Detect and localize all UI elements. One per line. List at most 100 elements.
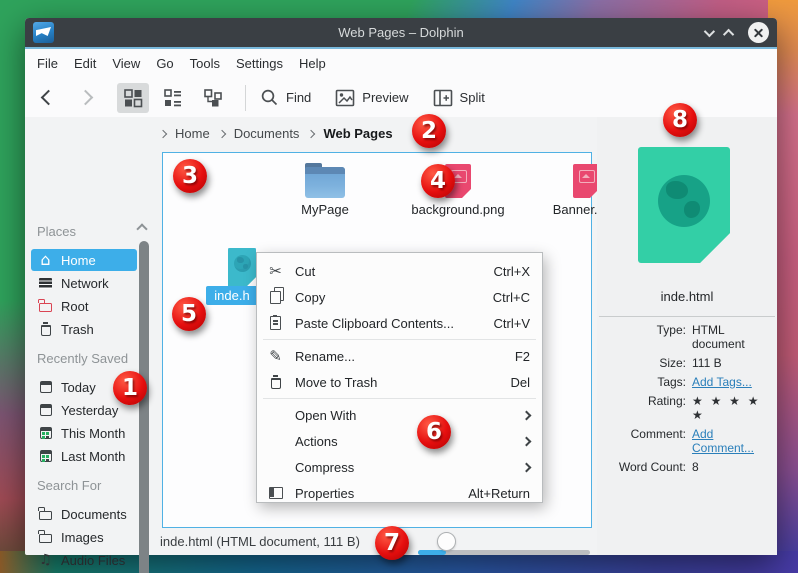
- sidebar-item-label: Today: [61, 380, 96, 395]
- html-file-icon: [228, 248, 256, 288]
- tags-label: Tags:: [597, 375, 686, 389]
- home-icon: [38, 253, 53, 268]
- menu-edit[interactable]: Edit: [74, 54, 96, 73]
- close-icon[interactable]: [748, 22, 769, 43]
- word-count-label: Word Count:: [597, 460, 686, 474]
- divider: [599, 316, 775, 317]
- annotation-badge-8: 8: [663, 103, 697, 137]
- split-button[interactable]: Split: [433, 89, 485, 107]
- calendar-icon: [40, 404, 52, 416]
- menu-item-label: Copy: [295, 290, 493, 305]
- menu-settings[interactable]: Settings: [236, 54, 283, 73]
- shortcut-label: Del: [510, 375, 530, 390]
- info-file-name: inde.html: [597, 289, 777, 304]
- details-view-button[interactable]: [197, 83, 229, 113]
- menu-item-copy[interactable]: Copy Ctrl+C: [257, 284, 542, 310]
- menu-go[interactable]: Go: [156, 54, 173, 73]
- add-comment-link[interactable]: Add Comment...: [692, 427, 775, 455]
- menu-file[interactable]: File: [37, 54, 58, 73]
- find-button[interactable]: Find: [260, 88, 311, 107]
- search-for-header: Search For: [37, 478, 101, 493]
- sidebar-item-trash[interactable]: Trash: [31, 318, 137, 340]
- annotation-badge-1: 1: [113, 371, 147, 405]
- annotation-badge-5: 5: [172, 297, 206, 331]
- search-icon: [260, 88, 279, 107]
- size-label: Size:: [597, 356, 686, 370]
- word-count-value: 8: [692, 460, 775, 474]
- menu-item-rename[interactable]: ✎ Rename... F2: [257, 343, 542, 369]
- menu-tools[interactable]: Tools: [190, 54, 220, 73]
- desktop: Web Pages – Dolphin File Edit View Go To…: [0, 0, 798, 573]
- comment-label: Comment:: [597, 427, 686, 455]
- size-value: 111 B: [692, 356, 775, 370]
- sidebar-item-home[interactable]: Home: [31, 249, 137, 271]
- root-folder-icon: [39, 303, 52, 312]
- menu-help[interactable]: Help: [299, 54, 326, 73]
- sidebar-item-label: Last Month: [61, 449, 125, 464]
- annotation-badge-3: 3: [173, 159, 207, 193]
- back-icon[interactable]: [41, 90, 57, 106]
- zoom-slider-handle[interactable]: [437, 532, 456, 551]
- sidebar-item-label: This Month: [61, 426, 125, 441]
- compact-view-button[interactable]: [157, 83, 189, 113]
- rating-label: Rating:: [597, 394, 686, 422]
- menu-item-properties[interactable]: Properties Alt+Return: [257, 480, 542, 506]
- maximize-icon[interactable]: [723, 28, 734, 39]
- submenu-arrow-icon: [522, 410, 532, 420]
- annotation-badge-4: 4: [421, 164, 455, 198]
- dolphin-app-icon: [33, 22, 54, 43]
- annotation-badge-2: 2: [412, 114, 446, 148]
- sidebar-item-label: Yesterday: [61, 403, 118, 418]
- add-tags-link[interactable]: Add Tags...: [692, 375, 775, 389]
- file-tile-inde-html[interactable]: [228, 248, 256, 288]
- file-tile-background[interactable]: background.png: [403, 164, 513, 217]
- submenu-arrow-icon: [522, 462, 532, 472]
- sidebar-item-last-month[interactable]: Last Month: [31, 445, 137, 467]
- calendar-icon: [40, 427, 52, 439]
- breadcrumb-current[interactable]: Web Pages: [323, 126, 392, 141]
- annotation-badge-7: 7: [375, 526, 409, 560]
- preview-icon: [335, 89, 355, 107]
- recently-saved-header: Recently Saved: [37, 351, 128, 366]
- preview-button[interactable]: Preview: [335, 89, 408, 107]
- breadcrumb-home[interactable]: Home: [175, 126, 210, 141]
- menu-view[interactable]: View: [112, 54, 140, 73]
- pencil-icon: ✎: [267, 348, 284, 365]
- sidebar-item-network[interactable]: Network: [31, 272, 137, 294]
- scissors-icon: ✂: [267, 263, 284, 280]
- file-name: background.png: [411, 202, 504, 217]
- globe-icon: [658, 175, 710, 227]
- sidebar-item-documents[interactable]: Documents: [31, 503, 137, 525]
- selection-tint: [228, 248, 256, 288]
- file-tile-mypage[interactable]: MyPage: [270, 164, 380, 217]
- vertical-scrollbar-thumb[interactable]: [139, 241, 149, 573]
- menu-item-label: Properties: [295, 486, 468, 501]
- toolbar-separator: [245, 85, 246, 111]
- menu-item-cut[interactable]: ✂ Cut Ctrl+X: [257, 258, 542, 284]
- information-panel: inde.html Type: HTML document Size: 111 …: [597, 117, 777, 555]
- menu-item-compress[interactable]: Compress: [257, 454, 542, 480]
- type-value: HTML document: [692, 323, 775, 351]
- places-header: Places: [37, 224, 76, 239]
- html-file-preview-icon: [638, 147, 730, 263]
- titlebar[interactable]: Web Pages – Dolphin: [25, 18, 777, 47]
- clipboard-icon: [270, 316, 281, 330]
- calendar-icon: [40, 381, 52, 393]
- sidebar-item-root[interactable]: Root: [31, 295, 137, 317]
- rating-stars[interactable]: ★ ★ ★ ★ ★: [692, 394, 775, 422]
- menu-item-move-to-trash[interactable]: Move to Trash Del: [257, 369, 542, 395]
- window-title: Web Pages – Dolphin: [25, 25, 777, 40]
- forward-icon[interactable]: [78, 90, 94, 106]
- minimize-icon[interactable]: [704, 25, 715, 36]
- menu-item-open-with[interactable]: Open With: [257, 402, 542, 428]
- status-text: inde.html (HTML document, 111 B): [160, 534, 360, 549]
- menu-item-actions[interactable]: Actions: [257, 428, 542, 454]
- collapse-places-icon[interactable]: [136, 223, 147, 234]
- sidebar-item-this-month[interactable]: This Month: [31, 422, 137, 444]
- menu-item-paste[interactable]: Paste Clipboard Contents... Ctrl+V: [257, 310, 542, 336]
- zoom-slider-fill: [418, 550, 446, 555]
- breadcrumb-documents[interactable]: Documents: [234, 126, 300, 141]
- icons-view-button[interactable]: [117, 83, 149, 113]
- folder-icon: [305, 167, 345, 198]
- details-view-icon: [203, 88, 223, 108]
